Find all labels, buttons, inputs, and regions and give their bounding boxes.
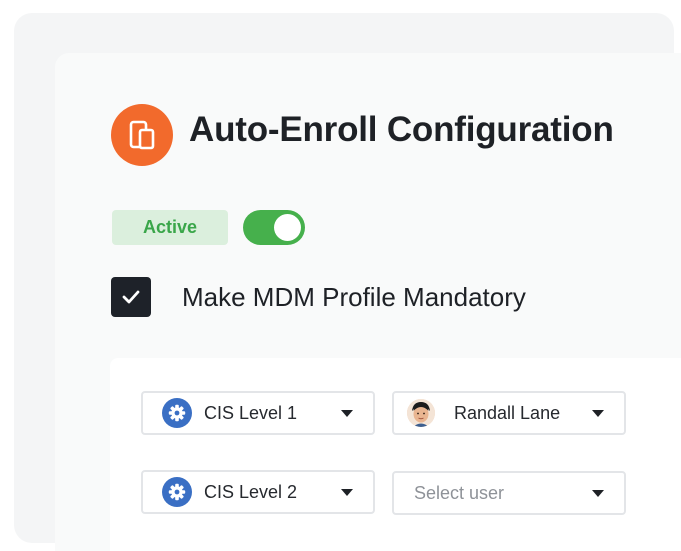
devices-icon bbox=[111, 104, 173, 166]
avatar bbox=[407, 399, 435, 427]
mandatory-label: Make MDM Profile Mandatory bbox=[182, 282, 526, 312]
user-select-1[interactable]: Randall Lane bbox=[392, 391, 626, 435]
gear-icon bbox=[162, 477, 192, 507]
gear-icon bbox=[162, 398, 192, 428]
profile-select-2[interactable]: CIS Level 2 bbox=[141, 470, 375, 514]
mandatory-checkbox[interactable] bbox=[111, 277, 151, 317]
checkmark-icon bbox=[122, 290, 140, 304]
chevron-down-icon bbox=[592, 490, 604, 497]
user-select-1-value: Randall Lane bbox=[454, 402, 561, 423]
chevron-down-icon bbox=[341, 410, 353, 417]
profile-select-1[interactable]: CIS Level 1 bbox=[141, 391, 375, 435]
chevron-down-icon bbox=[341, 489, 353, 496]
toggle-knob bbox=[274, 214, 301, 241]
user-select-2[interactable]: Select user bbox=[392, 471, 626, 515]
assignment-panel bbox=[110, 358, 681, 551]
profile-select-1-label: CIS Level 1 bbox=[204, 402, 298, 423]
active-toggle[interactable] bbox=[243, 210, 305, 245]
user-select-2-placeholder: Select user bbox=[414, 482, 505, 503]
chevron-down-icon bbox=[592, 410, 604, 417]
profile-select-2-label: CIS Level 2 bbox=[204, 481, 298, 502]
status-badge: Active bbox=[112, 210, 228, 245]
page-title: Auto-Enroll Configuration bbox=[189, 110, 614, 149]
